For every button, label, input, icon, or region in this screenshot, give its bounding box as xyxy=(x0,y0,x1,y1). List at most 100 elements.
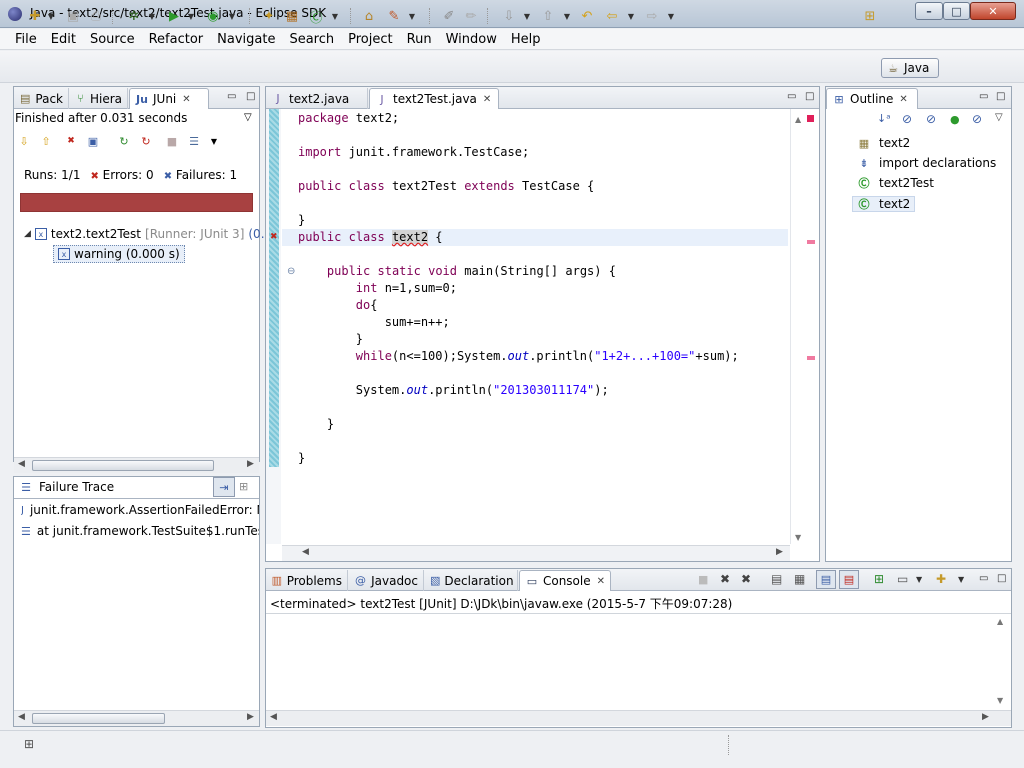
close-tab-icon[interactable]: ✕ xyxy=(899,94,907,105)
maximize-view-icon[interactable]: □ xyxy=(997,573,1006,584)
menu-refactor[interactable]: Refactor xyxy=(142,32,211,47)
scroll-right-icon[interactable]: ▶ xyxy=(982,712,989,722)
expand-icon[interactable]: ◢ xyxy=(24,229,31,239)
tab-hierarchy[interactable]: ⑂ Hiera xyxy=(70,88,128,109)
new-java-project-icon[interactable]: ✦ xyxy=(260,7,278,25)
open-perspective-icon[interactable]: ⊞ xyxy=(861,7,879,25)
overview-ruler[interactable] xyxy=(790,109,818,544)
toggle-mark-occurrences-icon[interactable]: ✐ xyxy=(440,7,458,25)
minimize-button[interactable]: – xyxy=(915,2,943,20)
minimize-view-icon[interactable]: ▭ xyxy=(979,573,988,584)
open-console-dropdown-icon[interactable]: ▼ xyxy=(958,575,964,584)
print-icon[interactable]: ⎙ xyxy=(87,7,105,25)
trace-horizontal-scrollbar[interactable]: ◀ ▶ xyxy=(14,710,259,726)
tab-junit[interactable]: Ju JUni ✕ xyxy=(129,88,209,109)
code-line[interactable]: sum+=n++; xyxy=(298,314,450,331)
code-line[interactable]: public static void main(String[] args) { xyxy=(298,263,616,280)
external-tools-icon[interactable]: ◉ xyxy=(204,7,222,25)
back-icon[interactable]: ⇦ xyxy=(603,7,621,25)
sort-icon[interactable]: ↓ᵃ xyxy=(877,112,891,125)
debug-icon[interactable]: ✲ xyxy=(125,7,143,25)
editor-horizontal-scrollbar[interactable]: ◀ ▶ xyxy=(282,545,790,561)
minimize-view-icon[interactable]: ▭ xyxy=(787,91,796,102)
remove-all-terminated-icon[interactable]: ✖ xyxy=(741,572,751,586)
scroll-lock-icon[interactable]: ▦ xyxy=(794,572,805,586)
menu-window[interactable]: Window xyxy=(439,32,504,47)
hide-non-public-icon[interactable]: ● xyxy=(950,113,960,126)
new-class-dropdown-icon[interactable]: ▼ xyxy=(331,10,339,22)
next-annotation-icon[interactable]: ⇩ xyxy=(500,7,518,25)
pin-console-icon[interactable]: ⊞ xyxy=(874,572,884,586)
code-line[interactable]: while(n<=100);System.out.println("1+2+..… xyxy=(298,348,739,365)
code-line[interactable]: import junit.framework.TestCase; xyxy=(298,144,529,161)
junit-horizontal-scrollbar[interactable]: ◀ ▶ xyxy=(14,457,259,473)
previous-failure-icon[interactable]: ⇧ xyxy=(39,134,53,148)
error-annotation-mark[interactable] xyxy=(807,240,815,244)
toggle-block-selection-icon[interactable]: ✏ xyxy=(462,7,480,25)
code-line[interactable]: int n=1,sum=0; xyxy=(298,280,457,297)
remove-launch-icon[interactable]: ✖ xyxy=(720,572,730,586)
scroll-left-icon[interactable]: ◀ xyxy=(18,459,25,469)
debug-dropdown-icon[interactable]: ▼ xyxy=(148,10,156,22)
tab-declaration[interactable]: ▧ Declaration xyxy=(425,570,518,591)
previous-annotation-icon[interactable]: ⇧ xyxy=(539,7,557,25)
test-tree-root[interactable]: ◢ x text2.text2Test [Runner: JUnit 3] (0… xyxy=(24,227,265,241)
scroll-down-icon[interactable]: ▼ xyxy=(997,696,1003,705)
code-line[interactable]: do{ xyxy=(298,297,378,314)
code-line[interactable]: } xyxy=(298,212,305,229)
previous-annotation-dropdown-icon[interactable]: ▼ xyxy=(563,10,571,22)
error-marker-icon[interactable]: ✖ xyxy=(270,232,278,242)
console-horizontal-scrollbar[interactable]: ◀ ▶ xyxy=(266,710,1011,726)
stop-test-icon[interactable]: ■ xyxy=(165,134,179,148)
terminate-icon[interactable]: ■ xyxy=(698,573,708,586)
outline-item[interactable]: ⇟ import declarations xyxy=(857,156,996,170)
external-tools-dropdown-icon[interactable]: ▼ xyxy=(228,10,236,22)
outline-item[interactable]: Ⓒ text2Test xyxy=(857,176,934,190)
back-dropdown-icon[interactable]: ▼ xyxy=(627,10,635,22)
clear-console-icon[interactable]: ▤ xyxy=(771,572,782,586)
outline-item[interactable]: ▦ text2 xyxy=(857,136,911,150)
close-tab-icon[interactable]: ✕ xyxy=(182,94,190,105)
compare-result-icon[interactable]: ⊞ xyxy=(239,480,248,493)
forward-icon[interactable]: ⇨ xyxy=(643,7,661,25)
java-perspective-button[interactable]: ☕ Java xyxy=(881,58,939,78)
close-tab-icon[interactable]: ✕ xyxy=(597,576,605,587)
scroll-left-icon[interactable]: ◀ xyxy=(270,712,277,722)
code-line[interactable]: } xyxy=(298,416,334,433)
new-icon[interactable]: ✚ xyxy=(26,7,44,25)
scroll-thumb[interactable] xyxy=(32,460,214,471)
maximize-button[interactable]: □ xyxy=(943,2,970,20)
run-dropdown-icon[interactable]: ▼ xyxy=(187,10,195,22)
history-dropdown-icon[interactable]: ▼ xyxy=(207,134,221,148)
tab-javadoc[interactable]: @ Javadoc xyxy=(349,570,424,591)
code-line[interactable]: public class text2Test extends TestCase … xyxy=(298,178,594,195)
maximize-view-icon[interactable]: □ xyxy=(996,91,1005,102)
scroll-right-icon[interactable]: ▶ xyxy=(776,547,783,557)
outline-item-selected[interactable]: Ⓒ text2 xyxy=(852,196,916,212)
forward-dropdown-icon[interactable]: ▼ xyxy=(667,10,675,22)
menu-help[interactable]: Help xyxy=(504,32,548,47)
error-summary-icon[interactable] xyxy=(807,115,814,122)
hide-static-icon[interactable]: ⊘ xyxy=(926,112,936,126)
menu-file[interactable]: File xyxy=(8,32,44,47)
scroll-up-icon[interactable]: ▲ xyxy=(997,617,1003,626)
fold-collapse-icon[interactable]: ⊖ xyxy=(287,266,295,277)
scroll-right-icon[interactable]: ▶ xyxy=(247,459,254,469)
tab-outline[interactable]: ⊞ Outline ✕ xyxy=(826,88,918,109)
save-icon[interactable]: ▣ xyxy=(64,7,82,25)
menu-navigate[interactable]: Navigate xyxy=(210,32,282,47)
trace-line[interactable]: ☰ at junit.framework.TestSuite$1.runTest xyxy=(21,524,259,538)
rerun-failed-first-icon[interactable]: ↻ xyxy=(139,134,153,148)
minimize-view-icon[interactable]: ▭ xyxy=(227,91,236,102)
show-console-on-output-icon[interactable]: ▤ xyxy=(816,570,836,589)
close-button[interactable]: ✕ xyxy=(970,2,1016,20)
menu-run[interactable]: Run xyxy=(400,32,439,47)
hide-fields-icon[interactable]: ⊘ xyxy=(902,112,912,126)
scroll-down-icon[interactable]: ▼ xyxy=(795,533,801,542)
rerun-test-icon[interactable]: ↻ xyxy=(117,134,131,148)
new-dropdown-icon[interactable]: ▼ xyxy=(47,10,55,22)
scroll-up-icon[interactable]: ▲ xyxy=(795,115,801,124)
view-menu-icon[interactable]: ▽ xyxy=(244,112,252,123)
error-annotation-mark[interactable] xyxy=(807,356,815,360)
tab-text2test-java[interactable]: J text2Test.java ✕ xyxy=(369,88,499,109)
